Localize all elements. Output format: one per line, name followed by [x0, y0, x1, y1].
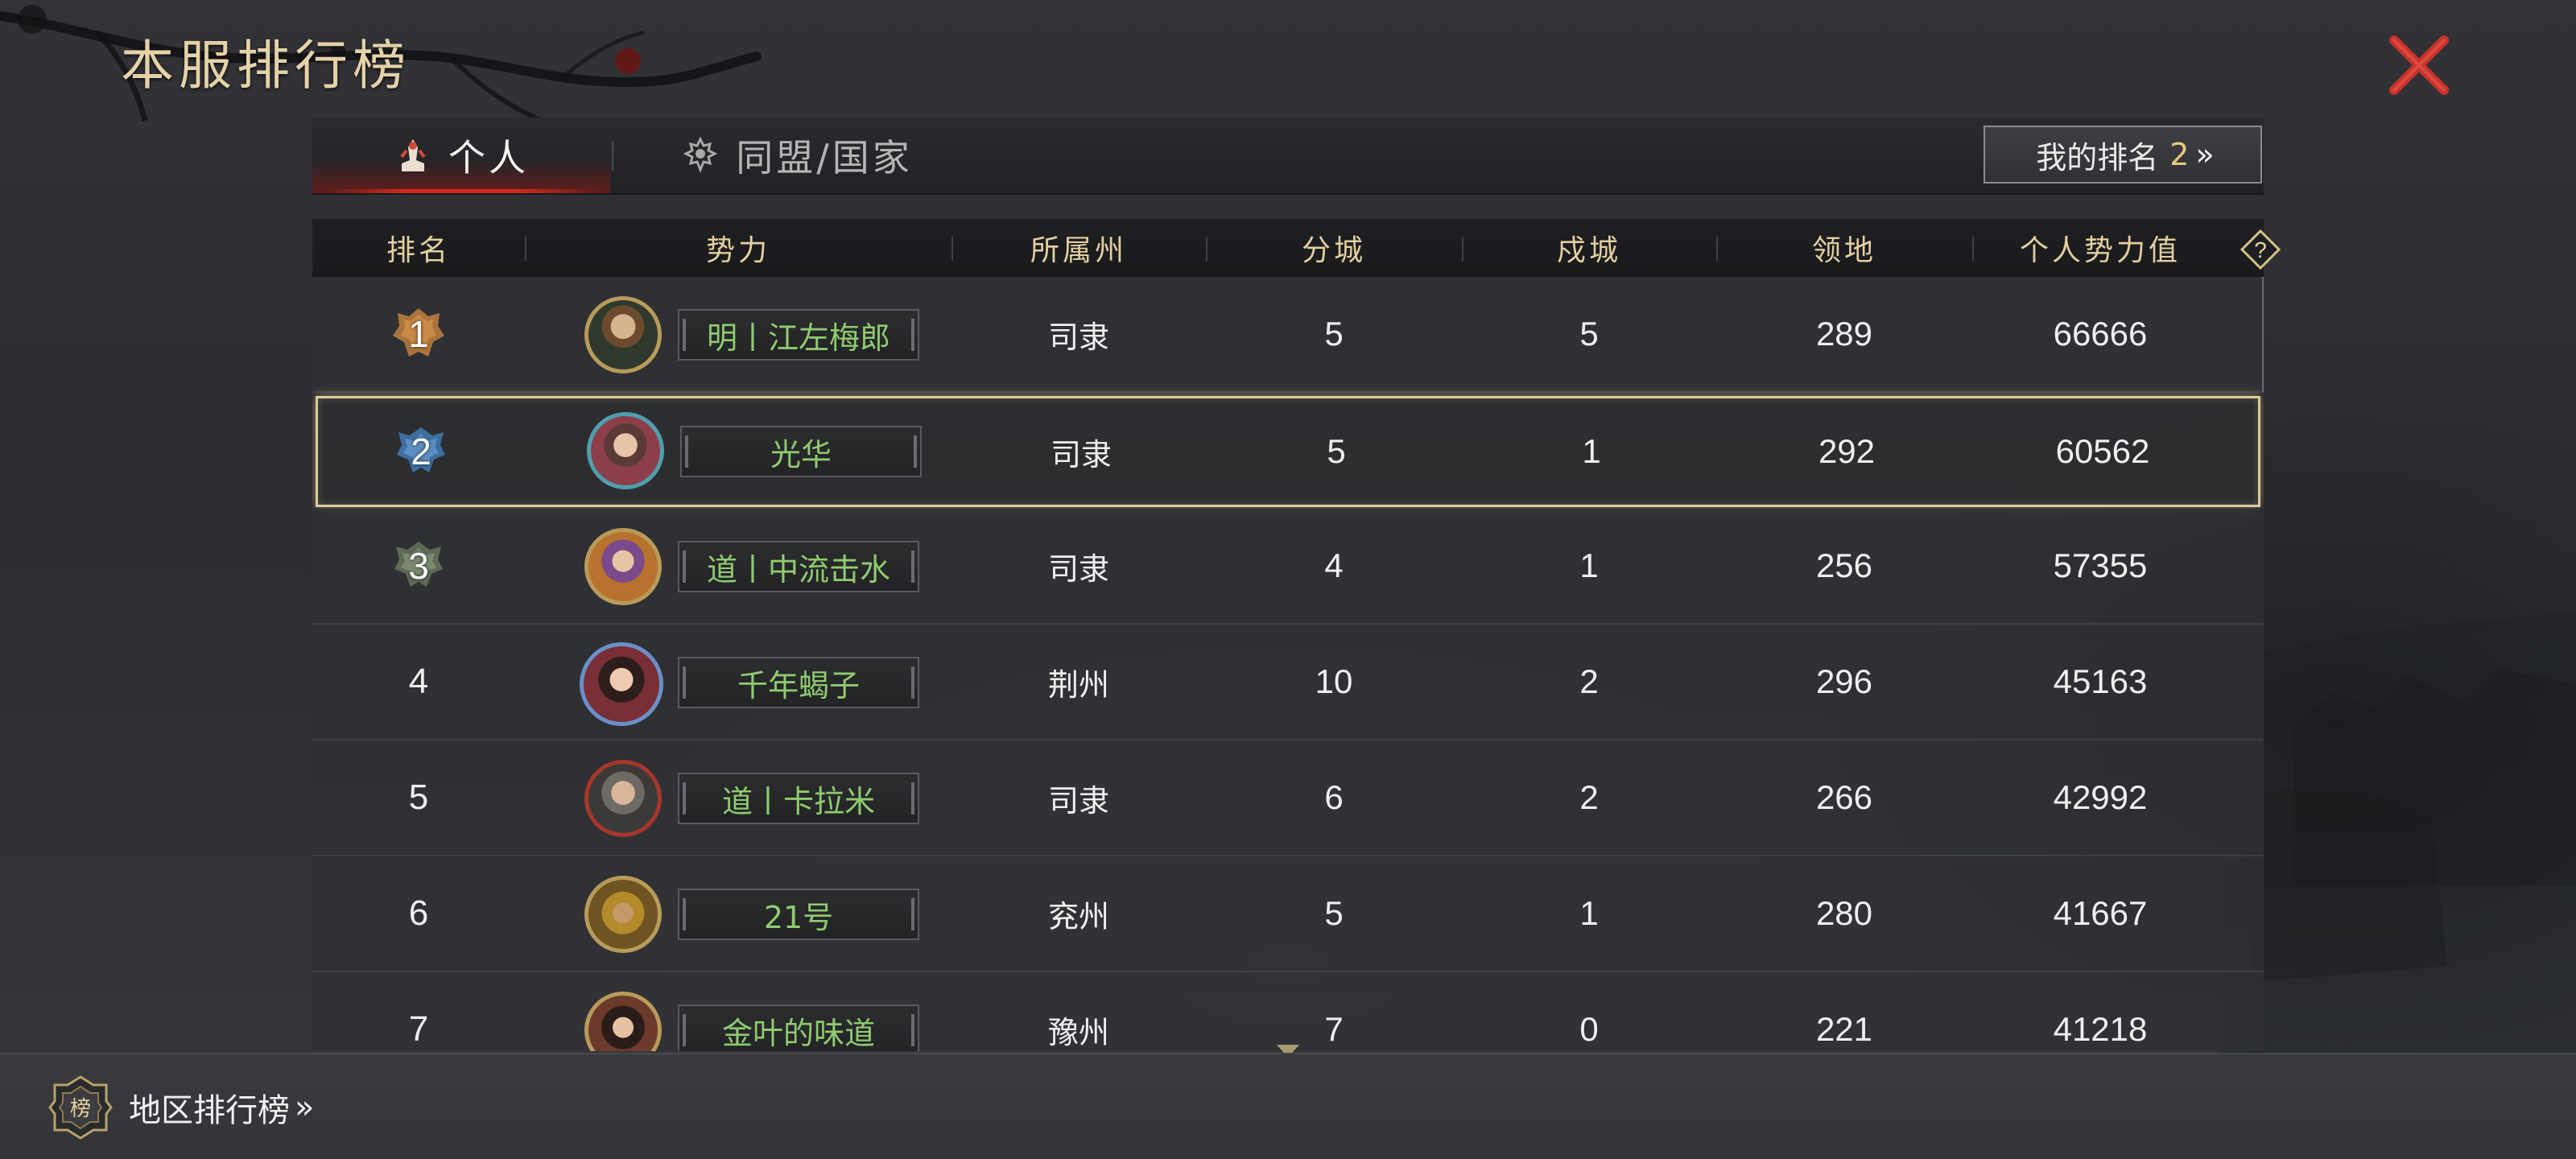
table-row[interactable]: 5 道丨卡拉米 司隶 6 2 266 42992: [312, 740, 2264, 856]
garrison-city-cell: 2: [1579, 778, 1599, 816]
province-cell: 司隶: [1047, 782, 1109, 819]
branch-city-cell: 7: [1324, 1010, 1344, 1048]
table-row-selected[interactable]: 2 光华 司隶 5 1 292 60562: [316, 396, 2260, 507]
avatar[interactable]: [584, 528, 662, 605]
rank-cell: 6: [408, 893, 429, 933]
table-row[interactable]: 4 千年蝎子 荆州 10 2 296 45163: [312, 625, 2264, 740]
avatar[interactable]: [580, 642, 663, 726]
power-cell: 45163: [2053, 662, 2148, 700]
help-icon[interactable]: ?: [2240, 229, 2281, 270]
column-rank: 排名: [386, 234, 451, 267]
garrison-city-cell: 2: [1579, 662, 1599, 700]
player-name[interactable]: 道丨卡拉米: [678, 773, 919, 824]
avatar[interactable]: [584, 760, 662, 837]
table-row[interactable]: 7 金叶的味道 豫州 7 0 221 41218: [312, 972, 2264, 1051]
svg-text:?: ?: [2254, 237, 2267, 262]
player-name[interactable]: 千年蝎子: [678, 657, 919, 708]
territory-cell: 296: [1815, 662, 1873, 700]
province-cell: 司隶: [1047, 319, 1109, 355]
my-rank-value: 2: [2169, 137, 2190, 172]
column-branch-city: 分城: [1301, 234, 1366, 267]
table-row[interactable]: 3 道丨中流击水 司隶 4 1 256 57355: [312, 509, 2264, 625]
ranking-screen: 本服排行榜 个人 同盟/国家 我的排名 2 » 排名 势力 所属州 分城 戍城 …: [0, 0, 2576, 1159]
territory-cell: 280: [1815, 894, 1873, 932]
player-name[interactable]: 明丨江左梅郎: [678, 309, 919, 361]
column-province: 所属州: [1030, 234, 1127, 267]
player-name[interactable]: 光华: [680, 426, 922, 477]
column-garrison-city: 戍城: [1556, 234, 1621, 267]
ranking-table: 1 明丨江左梅郎 司隶 5 5 289 66666 2 光华 司隶 5 1 29…: [312, 277, 2264, 1051]
branch-city-cell: 5: [1327, 432, 1346, 470]
power-cell: 41667: [2053, 894, 2148, 932]
avatar[interactable]: [584, 992, 662, 1051]
power-cell: 60562: [2055, 432, 2150, 470]
rank-cell: 1: [312, 277, 525, 391]
tab-divider: [612, 142, 613, 171]
ranking-badge-icon: 榜: [48, 1075, 113, 1140]
personal-icon: [400, 139, 426, 171]
region-ranking-button[interactable]: 榜 地区排行榜 »: [47, 1074, 315, 1141]
garrison-city-cell: 0: [1579, 1010, 1599, 1048]
power-cell: 57355: [2053, 547, 2148, 584]
rank-cell: 2: [315, 398, 527, 505]
my-rank-button[interactable]: 我的排名 2 »: [1984, 126, 2262, 184]
rank-cell: 7: [408, 1009, 429, 1049]
svg-text:榜: 榜: [70, 1097, 91, 1121]
region-ranking-label: 地区排行榜: [129, 1092, 290, 1129]
power-cell: 42992: [2053, 778, 2148, 816]
bottom-bar: 榜 地区排行榜 »: [0, 1053, 2576, 1159]
territory-cell: 292: [1818, 432, 1876, 470]
tab-alliance-label: 同盟/国家: [736, 136, 913, 179]
rank-cell: 4: [408, 662, 429, 701]
tab-personal-label: 个人: [448, 136, 529, 179]
tab-personal[interactable]: 个人: [312, 118, 610, 193]
province-cell: 荆州: [1047, 666, 1109, 703]
avatar[interactable]: [587, 412, 664, 489]
rank-cell: 3: [312, 509, 525, 623]
branch-city-cell: 4: [1324, 547, 1344, 584]
column-faction: 势力: [705, 234, 770, 267]
silver-medal-icon: 2: [389, 419, 453, 484]
rank-cell: 5: [408, 777, 429, 817]
territory-cell: 289: [1815, 315, 1873, 353]
avatar[interactable]: [584, 876, 662, 953]
double-chevron-right-icon: »: [295, 1089, 315, 1126]
player-name[interactable]: 金叶的味道: [678, 1004, 919, 1051]
branch-city-cell: 5: [1324, 894, 1344, 932]
bronze-medal-icon: 3: [386, 534, 451, 598]
power-cell: 66666: [2053, 315, 2148, 353]
branch-city-cell: 10: [1315, 662, 1353, 700]
province-cell: 司隶: [1047, 551, 1109, 587]
close-icon[interactable]: [2383, 29, 2455, 101]
tab-alliance[interactable]: 同盟/国家: [628, 118, 966, 193]
my-rank-label: 我的排名: [2036, 139, 2159, 175]
garrison-city-cell: 1: [1582, 432, 1601, 470]
table-row[interactable]: 6 21号 兖州 5 1 280 41667: [312, 856, 2264, 972]
province-cell: 兖州: [1047, 898, 1109, 934]
gold-medal-icon: 1: [386, 302, 451, 366]
tab-bar: 个人 同盟/国家: [312, 118, 2264, 195]
branch-city-cell: 5: [1324, 315, 1344, 353]
territory-cell: 221: [1815, 1010, 1873, 1048]
garrison-city-cell: 1: [1579, 547, 1599, 584]
garrison-city-cell: 5: [1579, 315, 1599, 353]
territory-cell: 256: [1815, 547, 1873, 584]
alliance-icon: [683, 136, 718, 174]
province-cell: 豫州: [1047, 1014, 1109, 1050]
double-chevron-right-icon: »: [2195, 137, 2214, 172]
territory-cell: 266: [1815, 778, 1873, 816]
garrison-city-cell: 1: [1579, 894, 1599, 932]
power-cell: 41218: [2053, 1010, 2148, 1048]
branch-city-cell: 6: [1324, 778, 1344, 816]
column-territory: 领地: [1811, 234, 1876, 267]
province-cell: 司隶: [1050, 436, 1112, 472]
player-name[interactable]: 21号: [678, 889, 919, 940]
table-row[interactable]: 1 明丨江左梅郎 司隶 5 5 289 66666: [312, 277, 2264, 393]
page-title: 本服排行榜: [121, 35, 411, 97]
player-name[interactable]: 道丨中流击水: [678, 541, 919, 592]
column-personal-power: 个人势力值: [2019, 234, 2181, 267]
table-header: 排名 势力 所属州 分城 戍城 领地 个人势力值: [312, 219, 2264, 277]
avatar[interactable]: [584, 296, 662, 373]
